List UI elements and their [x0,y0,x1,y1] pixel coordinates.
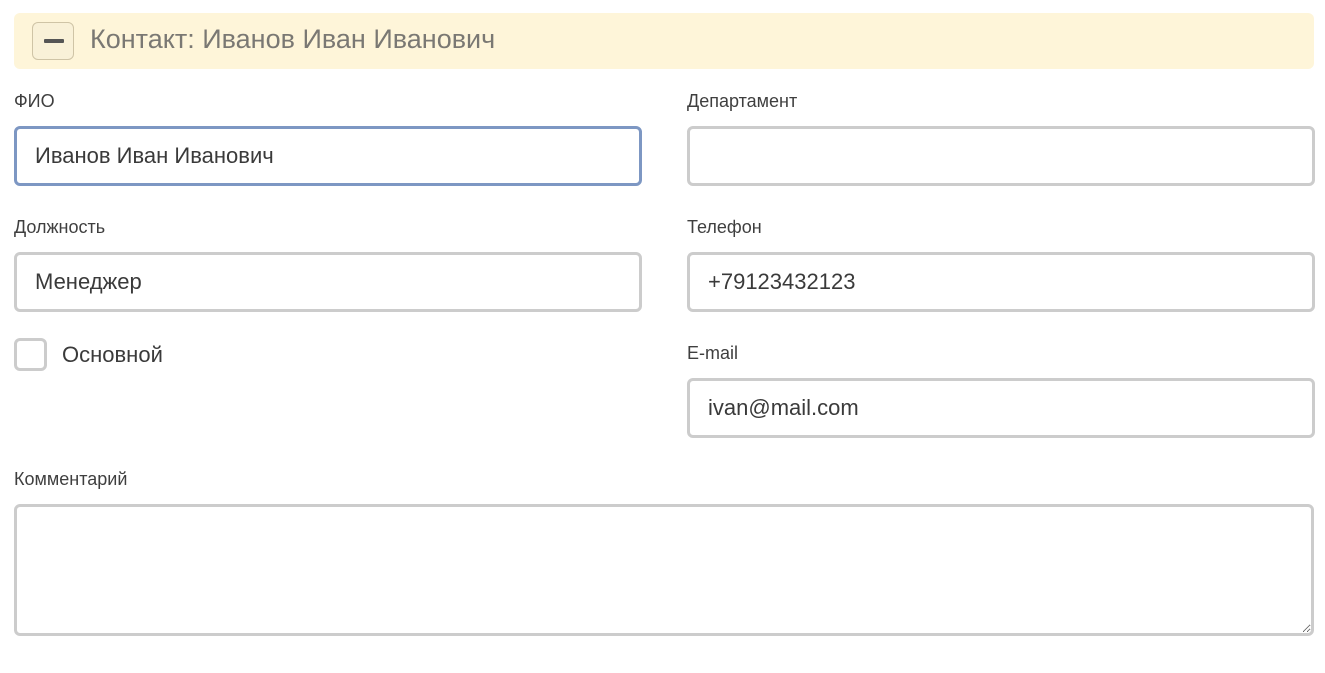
position-input[interactable] [14,252,642,312]
primary-checkbox-label[interactable]: Основной [62,341,163,368]
email-input[interactable] [687,378,1315,438]
comment-textarea[interactable] [14,504,1314,636]
email-label: E-mail [687,343,739,363]
position-label: Должность [14,217,106,237]
panel-title: Контакт: Иванов Иван Иванович [90,24,496,54]
department-input[interactable] [687,126,1315,186]
collapse-button[interactable] [32,22,74,60]
primary-checkbox[interactable] [14,338,47,371]
contact-panel-header: Контакт: Иванов Иван Иванович [14,13,1314,69]
comment-label: Комментарий [14,469,128,489]
phone-label: Телефон [687,217,762,237]
fio-input[interactable] [14,126,642,186]
phone-input[interactable] [687,252,1315,312]
fio-label: ФИО [14,91,55,111]
department-label: Департамент [687,91,798,111]
minus-icon [44,39,64,43]
